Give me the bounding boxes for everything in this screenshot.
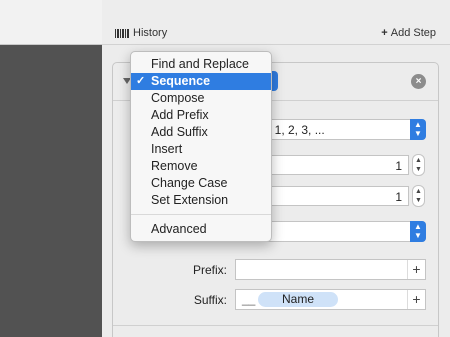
menu-item-add-suffix[interactable]: Add Suffix — [131, 124, 271, 141]
menu-item-sequence[interactable]: ✓ Sequence — [131, 73, 271, 90]
menu-item-add-prefix[interactable]: Add Prefix — [131, 107, 271, 124]
menu-item-label: Find and Replace — [151, 57, 249, 71]
menu-item-label: Add Suffix — [151, 125, 208, 139]
toolbar-left-area — [0, 0, 102, 45]
menu-item-label: Advanced — [151, 222, 207, 236]
step-number-field[interactable]: 1 — [255, 186, 409, 206]
step-number-stepper[interactable]: ▲ ▼ — [412, 185, 425, 207]
history-label: History — [133, 27, 168, 39]
add-prefix-token-button[interactable]: + — [407, 260, 425, 279]
menu-item-insert[interactable]: Insert — [131, 141, 271, 158]
menu-item-change-case[interactable]: Change Case — [131, 175, 271, 192]
start-number-value: 1 — [395, 159, 402, 173]
menu-item-label: Add Prefix — [151, 108, 209, 122]
suffix-field[interactable]: __ Name + — [235, 289, 426, 310]
menu-item-compose[interactable]: Compose — [131, 90, 271, 107]
step-type-menu: Find and Replace ✓ Sequence Compose Add P… — [130, 51, 272, 242]
chevron-updown-icon: ▲ ▼ — [410, 221, 426, 242]
suffix-label: Suffix: — [193, 293, 227, 307]
toolbar: History + Add Step — [0, 0, 450, 45]
start-number-field[interactable]: 1 — [255, 155, 409, 175]
checkmark-icon: ✓ — [136, 75, 146, 87]
menu-item-label: Compose — [151, 91, 205, 105]
add-step-button[interactable]: + Add Step — [381, 27, 436, 39]
menu-item-set-extension[interactable]: Set Extension — [131, 192, 271, 209]
chevron-updown-icon: ▲ ▼ — [410, 119, 426, 140]
history-icon — [115, 28, 129, 38]
menu-item-label: Set Extension — [151, 193, 229, 207]
menu-item-find-and-replace[interactable]: Find and Replace — [131, 56, 271, 73]
start-number-stepper[interactable]: ▲ ▼ — [412, 154, 425, 176]
menu-item-advanced[interactable]: Advanced — [131, 221, 271, 238]
prefix-field[interactable]: + — [235, 259, 426, 280]
history-button[interactable]: History — [115, 27, 167, 39]
step-number-value: 1 — [395, 190, 402, 204]
prefix-label: Prefix: — [192, 263, 227, 277]
add-step-label: Add Step — [390, 27, 436, 39]
suffix-underscore: __ — [242, 292, 256, 306]
padding-select[interactable]: ▲ ▼ — [255, 221, 426, 242]
menu-item-label: Sequence — [151, 74, 211, 88]
menu-item-label: Remove — [151, 159, 198, 173]
plus-icon: + — [381, 27, 388, 39]
remove-step-button[interactable]: × — [411, 74, 426, 89]
menu-item-label: Insert — [151, 142, 183, 156]
menu-item-label: Change Case — [151, 176, 228, 190]
panel-divider — [113, 325, 438, 326]
file-list-sidebar — [0, 45, 102, 337]
sequence-format-select[interactable]: c: 1, 2, 3, ... ▲ ▼ — [255, 119, 426, 140]
menu-separator — [131, 214, 271, 215]
add-suffix-token-button[interactable]: + — [407, 290, 425, 309]
menu-item-remove[interactable]: Remove — [131, 158, 271, 175]
name-token[interactable]: Name — [258, 292, 339, 307]
